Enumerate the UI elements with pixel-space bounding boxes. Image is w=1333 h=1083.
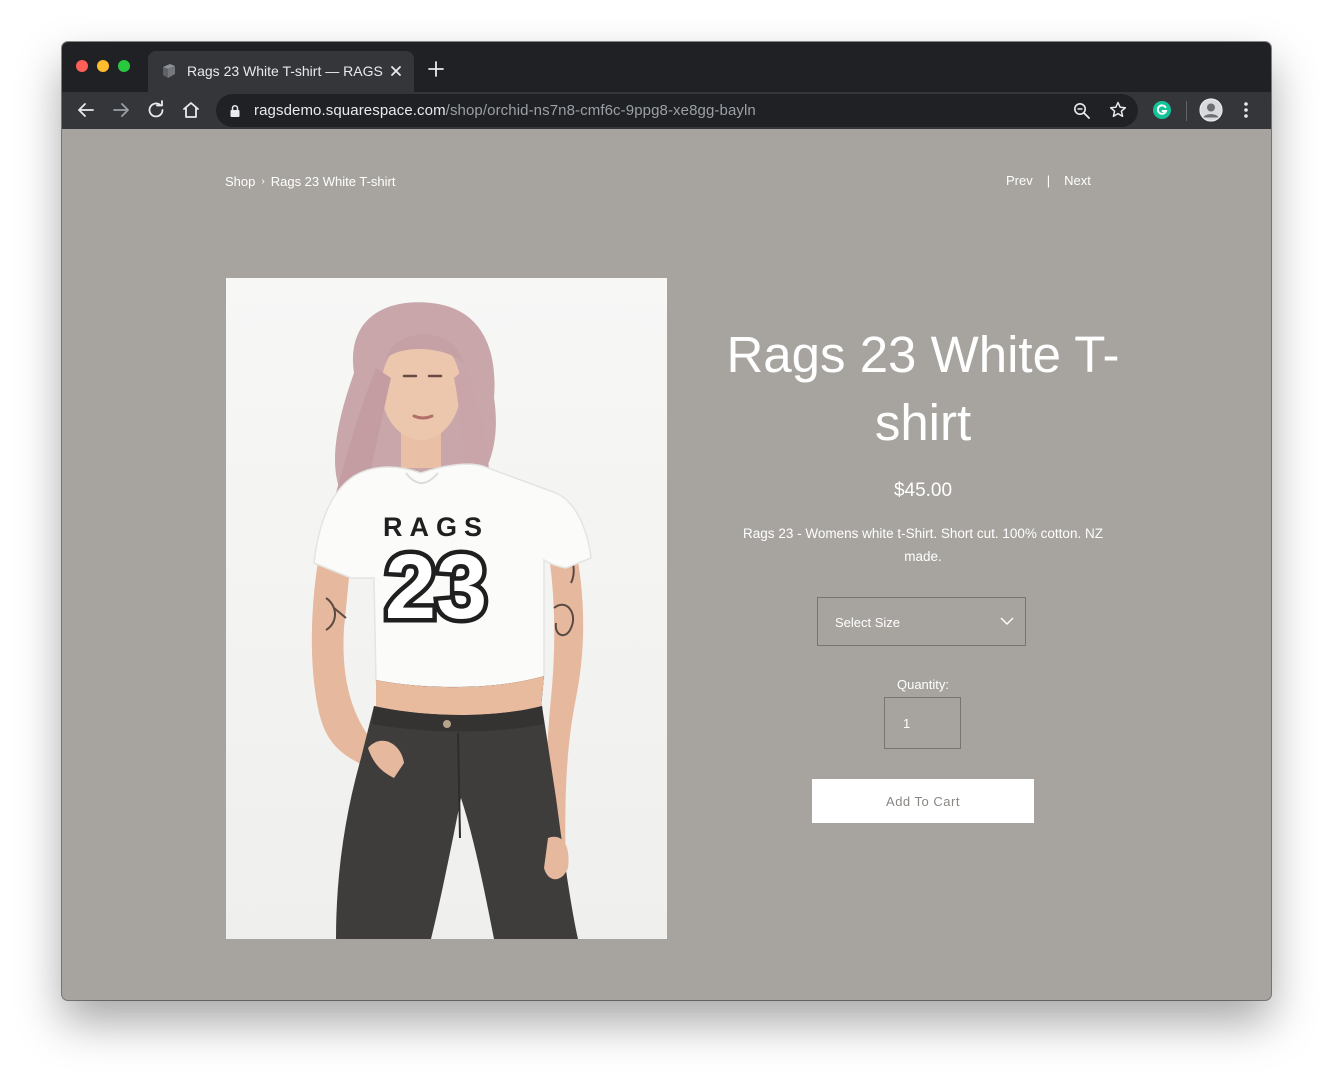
url-host: ragsdemo.squarespace.com	[254, 102, 446, 119]
minimize-window-button[interactable]	[97, 60, 109, 72]
new-tab-icon[interactable]	[426, 59, 446, 79]
browser-toolbar: ragsdemo.squarespace.com/shop/orchid-ns7…	[62, 92, 1271, 129]
product-pager: Prev | Next	[1006, 173, 1091, 188]
browser-window: Rags 23 White T-shirt — RAGS ragsdemo.sq…	[62, 42, 1271, 1000]
pager-separator: |	[1046, 173, 1051, 188]
tab-title: Rags 23 White T-shirt — RAGS	[187, 63, 383, 79]
toolbar-divider	[1186, 101, 1187, 121]
squarespace-favicon-icon	[163, 64, 175, 78]
close-tab-icon[interactable]	[386, 61, 406, 81]
breadcrumb-current[interactable]: Rags 23 White T-shirt	[271, 174, 396, 189]
home-icon[interactable]	[179, 98, 203, 122]
size-select[interactable]: Select Size	[817, 597, 1026, 646]
chevron-down-icon	[1000, 617, 1014, 625]
breadcrumb-shop-link[interactable]: Shop	[225, 174, 255, 189]
maximize-window-button[interactable]	[118, 60, 130, 72]
url-text: ragsdemo.squarespace.com/shop/orchid-ns7…	[254, 102, 756, 119]
model-photo: RAGS 23	[226, 278, 667, 939]
quantity-input[interactable]	[884, 697, 961, 749]
breadcrumb-separator: ›	[261, 176, 265, 188]
url-path: /shop/orchid-ns7n8-cmf6c-9ppg8-xe8gg-bay…	[445, 102, 756, 119]
menu-icon[interactable]	[1234, 98, 1258, 122]
zoom-icon[interactable]	[1072, 101, 1092, 121]
next-link[interactable]: Next	[1064, 173, 1091, 188]
product-description: Rags 23 - Womens white t-Shirt. Short cu…	[743, 526, 1103, 564]
quantity-label: Quantity:	[896, 677, 950, 692]
address-bar[interactable]: ragsdemo.squarespace.com/shop/orchid-ns7…	[216, 94, 1138, 127]
shirt-print-23: 23	[385, 536, 487, 638]
product-page: Shop › Rags 23 White T-shirt Prev | Next	[62, 129, 1271, 1000]
close-window-button[interactable]	[76, 60, 88, 72]
bookmark-star-icon[interactable]	[1108, 100, 1128, 120]
breadcrumb: Shop › Rags 23 White T-shirt	[225, 173, 395, 189]
size-select-label: Select Size	[835, 615, 901, 630]
prev-link[interactable]: Prev	[1006, 173, 1033, 188]
browser-chrome: Rags 23 White T-shirt — RAGS ragsdemo.sq…	[62, 42, 1271, 129]
tab-strip: Rags 23 White T-shirt — RAGS	[62, 42, 1271, 92]
product-title: Rags 23 White T-shirt	[726, 326, 1120, 451]
add-to-cart-button[interactable]: Add To Cart	[812, 779, 1034, 823]
reload-icon[interactable]	[144, 98, 168, 122]
product-image: RAGS 23	[226, 278, 667, 939]
tab-active[interactable]: Rags 23 White T-shirt — RAGS	[148, 51, 414, 92]
lock-icon	[230, 104, 240, 117]
forward-icon[interactable]	[109, 98, 133, 122]
profile-avatar[interactable]	[1199, 98, 1223, 122]
product-price: $45.00	[893, 480, 953, 501]
grammarly-extension-icon[interactable]	[1150, 98, 1174, 122]
back-icon[interactable]	[74, 98, 98, 122]
